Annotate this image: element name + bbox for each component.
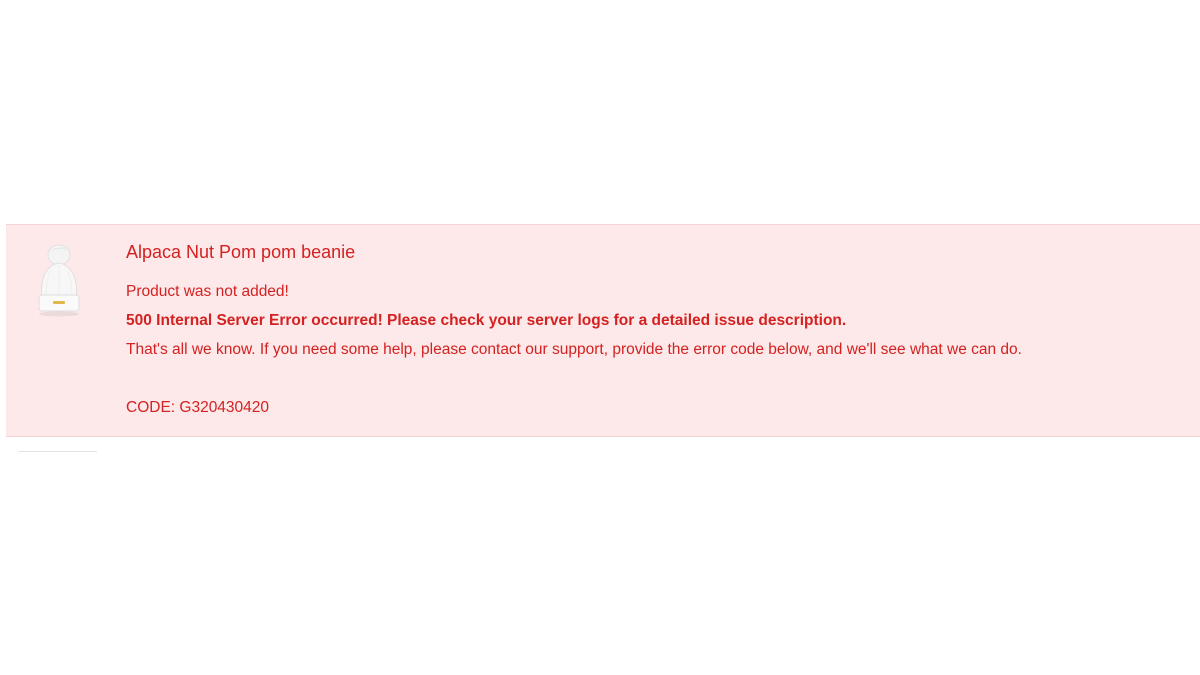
error-headline: 500 Internal Server Error occurred! Plea… [126,312,847,329]
beanie-image-icon [38,244,80,317]
page: Alpaca Nut Pom pom beanie Product was no… [0,0,1200,675]
help-text: That's all we know. If you need some hel… [126,341,1022,358]
error-content: Alpaca Nut Pom pom beanie Product was no… [126,239,1190,418]
error-code: CODE: G320430420 [126,399,270,416]
product-title[interactable]: Alpaca Nut Pom pom beanie [126,239,1190,265]
product-thumbnail[interactable] [28,241,88,319]
error-banner: Alpaca Nut Pom pom beanie Product was no… [6,224,1200,437]
status-message: Product was not added! [126,283,289,300]
divider [18,451,97,452]
